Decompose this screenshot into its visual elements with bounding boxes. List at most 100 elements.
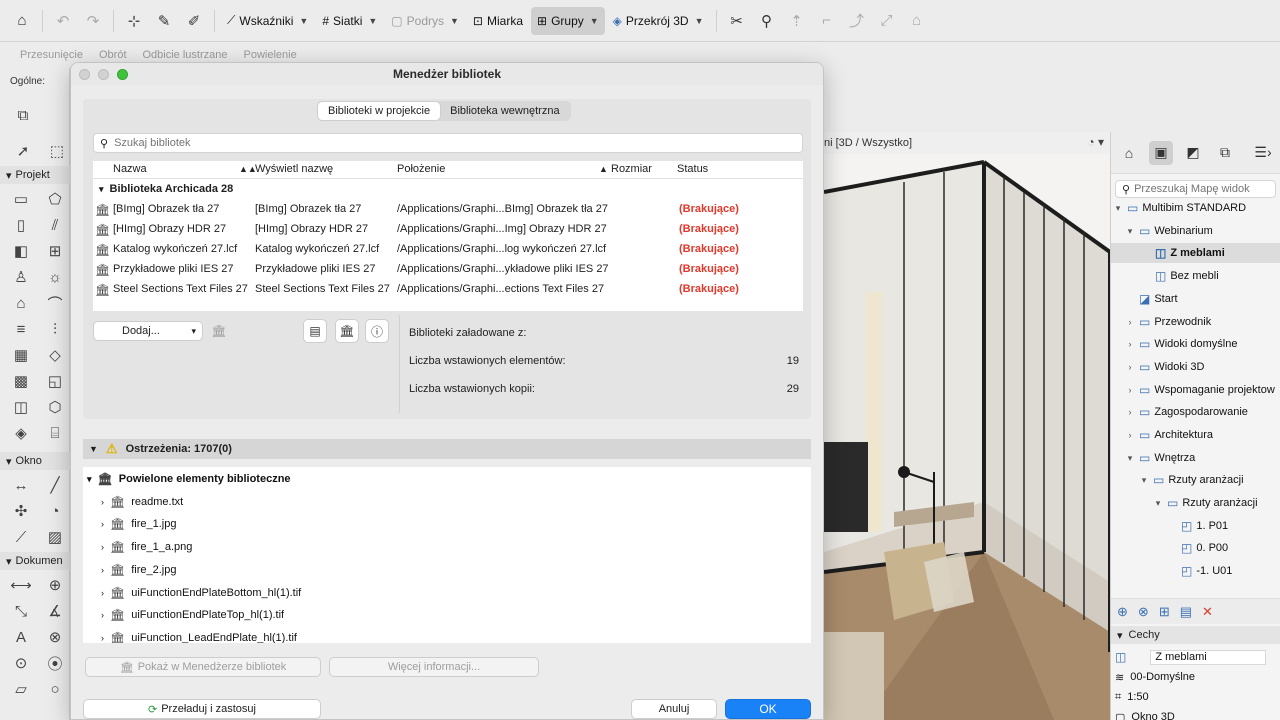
curtain-wall-tool-icon[interactable]: ▦ bbox=[6, 344, 36, 366]
navigator-search[interactable]: ⚲ bbox=[1115, 180, 1276, 198]
more-info-button[interactable]: Więcej informacji... bbox=[329, 657, 539, 677]
library-group[interactable]: ▾ Biblioteka Archicada 28 bbox=[99, 183, 233, 195]
layout-book-icon[interactable]: ◩ bbox=[1181, 141, 1205, 165]
arc-tool-icon[interactable]: ◔ bbox=[40, 500, 70, 522]
tree-item[interactable]: ▾ ▭ Webinarium bbox=[1125, 221, 1213, 241]
skylight-tool-icon[interactable]: ◱ bbox=[40, 370, 70, 392]
view-name-field[interactable]: Z meblami bbox=[1150, 649, 1267, 665]
circle-tool-icon[interactable]: ○ bbox=[40, 678, 70, 700]
miarka-button[interactable]: ⊡ Miarka bbox=[467, 7, 529, 35]
opening-tool-icon[interactable]: ◫ bbox=[6, 396, 36, 418]
list-item[interactable]: › 🏛 fire_1_a.png bbox=[101, 537, 192, 557]
tree-item[interactable]: ◰ -1. U01 bbox=[1181, 561, 1232, 581]
list-item[interactable]: › 🏛 uiFunctionEndPlateTop_hl(1).tif bbox=[101, 605, 284, 625]
close-window-button[interactable] bbox=[79, 69, 90, 80]
table-row[interactable]: 🏛 Przykładowe pliki IES 27 Przykładowe p… bbox=[93, 259, 803, 279]
undo-icon[interactable]: ↶ bbox=[49, 7, 77, 35]
morph-tool-icon[interactable]: ⬡ bbox=[40, 396, 70, 418]
tab-project-libraries[interactable]: Biblioteki w projekcie bbox=[318, 102, 441, 120]
linear-dim-icon[interactable]: ⟷ bbox=[6, 574, 36, 596]
layer-value[interactable]: 00-Domyślne bbox=[1130, 671, 1195, 683]
display-options-icon[interactable]: ◔ ▾ bbox=[1087, 135, 1104, 149]
column-status[interactable]: Status bbox=[677, 163, 708, 175]
column-display-name[interactable]: Wyświetl nazwę bbox=[255, 163, 333, 175]
marker-tool-icon[interactable]: ⊙ bbox=[6, 652, 36, 674]
radial-dim-icon[interactable]: ⊕ bbox=[40, 574, 70, 596]
tree-item[interactable]: ▾ ▭ Multibim STANDARD bbox=[1113, 198, 1246, 218]
corner-icon[interactable]: ⌐ bbox=[813, 7, 841, 35]
inject-icon[interactable]: ✐ bbox=[180, 7, 208, 35]
tree-item[interactable]: ◪ Start bbox=[1139, 289, 1178, 309]
clone-view-icon[interactable]: ⊗ bbox=[1138, 604, 1149, 620]
resize-icon[interactable]: ⤢ bbox=[873, 7, 901, 35]
section-okno[interactable]: ▾ Okno bbox=[0, 452, 70, 470]
marquee-tool-icon[interactable]: ⬚ bbox=[42, 140, 72, 162]
shell-tool-icon[interactable]: ⌒ bbox=[40, 292, 70, 314]
redo-icon[interactable]: ↷ bbox=[79, 7, 107, 35]
show-in-manager-button[interactable]: 🏛 Pokaż w Menedżerze bibliotek bbox=[85, 657, 321, 677]
arrow-tool-icon[interactable]: ➚ bbox=[8, 140, 38, 162]
table-row[interactable]: 🏛 [HImg] Obrazy HDR 27 [HImg] Obrazy HDR… bbox=[93, 219, 803, 239]
window-tool-icon[interactable]: ⊞ bbox=[40, 240, 70, 262]
tree-item[interactable]: › ▭ Widoki 3D bbox=[1125, 357, 1205, 377]
przesuniecie-button[interactable]: Przesunięcie bbox=[20, 49, 83, 61]
view-map-icon[interactable]: ▣ bbox=[1149, 140, 1173, 165]
list-item[interactable]: › 🏛 uiFunctionEndPlateBottom_hl(1).tif bbox=[101, 583, 301, 603]
column-location[interactable]: Położenie bbox=[397, 163, 445, 175]
text-tool-icon[interactable]: A bbox=[6, 626, 36, 648]
reload-apply-button[interactable]: ⟳ Przeładuj i zastosuj bbox=[83, 699, 321, 719]
library-search-input[interactable] bbox=[114, 137, 715, 149]
library-file-icon[interactable]: ▤ bbox=[303, 319, 327, 343]
dimension-tool-icon[interactable]: ↔ bbox=[6, 474, 36, 496]
level-dim-icon[interactable]: ⤡ bbox=[6, 600, 36, 622]
tree-item[interactable]: ◰ 0. P00 bbox=[1181, 538, 1228, 558]
properties-header[interactable]: ▾ Cechy bbox=[1111, 626, 1280, 644]
add-library-dropdown[interactable]: Dodaj... ▾ bbox=[93, 321, 203, 341]
tree-item[interactable]: › ▭ Architektura bbox=[1125, 425, 1214, 445]
warnings-header[interactable]: ▼ ⚠ Ostrzeżenia: 1707(0) bbox=[83, 439, 811, 459]
section-dokumentacja[interactable]: ▾ Dokumen bbox=[0, 552, 70, 570]
curve-icon[interactable]: ⤴ bbox=[843, 7, 871, 35]
wall-tool-icon[interactable]: ▭ bbox=[6, 188, 36, 210]
lamp-tool-icon[interactable]: ☼ bbox=[40, 266, 70, 288]
sort-icon[interactable]: ▲ bbox=[599, 164, 608, 174]
dialog-titlebar[interactable]: Menedżer bibliotek bbox=[71, 63, 823, 85]
zone-tool-icon[interactable]: ▩ bbox=[6, 370, 36, 392]
tree-item[interactable]: › ▭ Zagospodarowanie bbox=[1125, 402, 1248, 422]
column-name[interactable]: Nazwa bbox=[113, 163, 147, 175]
column-size[interactable]: Rozmiar bbox=[611, 163, 652, 175]
list-item[interactable]: › 🏛 fire_2.jpg bbox=[101, 560, 177, 580]
view-tab[interactable]: ni [3D / Wszystko] ◔ ▾ bbox=[824, 132, 1110, 154]
object-tool-icon[interactable]: ♙ bbox=[6, 266, 36, 288]
zoom-window-button[interactable] bbox=[117, 69, 128, 80]
mesh-tool-icon[interactable]: ◇ bbox=[40, 344, 70, 366]
table-row[interactable]: 🏛 Katalog wykończeń 27.lcf Katalog wykoń… bbox=[93, 239, 803, 259]
label-tool-icon[interactable]: ⊗ bbox=[40, 626, 70, 648]
obrot-button[interactable]: Obrót bbox=[99, 49, 127, 61]
roof-icon[interactable]: ⌂ bbox=[903, 7, 931, 35]
roof-tool-icon[interactable]: ⌂ bbox=[6, 292, 36, 314]
siatki-button[interactable]: # Siatki ▼ bbox=[316, 7, 383, 35]
delete-icon[interactable]: ✕ bbox=[1202, 604, 1213, 620]
column-tool-icon[interactable]: ▯ bbox=[6, 214, 36, 236]
railing-tool-icon[interactable]: ⫶ bbox=[40, 318, 70, 340]
new-view-icon[interactable]: ⊕ bbox=[1117, 604, 1128, 620]
tree-item[interactable]: › ▭ Wspomaganie projektow bbox=[1125, 380, 1275, 400]
powielenie-button[interactable]: Powielenie bbox=[244, 49, 297, 61]
section-projekt[interactable]: ▾ Projekt bbox=[0, 166, 70, 184]
library-search[interactable]: ⚲ bbox=[93, 133, 803, 153]
tree-item[interactable]: ◰ 1. P01 bbox=[1181, 516, 1228, 536]
tree-item[interactable]: ▾ ▭ Rzuty aranżacji bbox=[1153, 493, 1258, 513]
3d-viewport[interactable] bbox=[824, 132, 1110, 720]
tree-item-selected[interactable]: ◫ Z meblami bbox=[1111, 243, 1280, 263]
angle-dim-icon[interactable]: ∡ bbox=[40, 600, 70, 622]
new-folder-icon[interactable]: ⊞ bbox=[1159, 604, 1170, 620]
podrys-button[interactable]: ▢ Podrys ▼ bbox=[385, 7, 465, 35]
grupy-button[interactable]: ⊞ Grupy ▼ bbox=[531, 6, 605, 35]
navigator-search-input[interactable] bbox=[1134, 183, 1265, 195]
morph2-tool-icon[interactable]: ◈ bbox=[6, 422, 36, 444]
list-item[interactable]: › 🏛 readme.txt bbox=[101, 492, 183, 512]
info-icon[interactable]: ⓘ bbox=[365, 319, 389, 343]
bimcloud-library-icon[interactable]: 🏛 bbox=[207, 319, 231, 343]
magic-wand-icon[interactable]: ⚲ bbox=[753, 7, 781, 35]
